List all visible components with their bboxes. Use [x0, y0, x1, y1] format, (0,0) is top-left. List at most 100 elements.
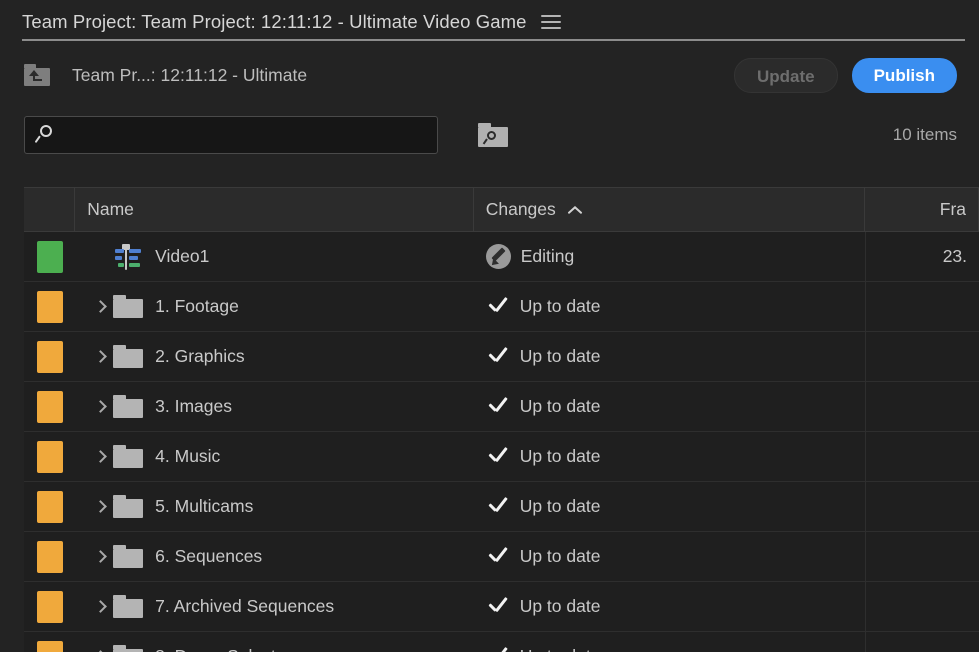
label-color-cell[interactable]	[24, 582, 75, 632]
label-color-cell[interactable]	[24, 432, 75, 482]
status-text: Up to date	[520, 346, 601, 367]
sequence-icon	[113, 244, 143, 270]
name-cell[interactable]: 7. Archived Sequences	[75, 582, 474, 632]
row-name: Video1	[155, 246, 209, 267]
column-header-changes[interactable]: Changes	[474, 188, 865, 232]
label-color-swatch[interactable]	[37, 541, 63, 573]
chevron-right-icon[interactable]	[87, 402, 113, 411]
chevron-right-icon[interactable]	[87, 552, 113, 561]
search-input[interactable]	[24, 116, 438, 154]
table-row[interactable]: Video1Editing23.	[24, 232, 979, 282]
changes-cell: Editing	[474, 232, 865, 282]
label-color-swatch[interactable]	[37, 391, 63, 423]
chevron-right-icon[interactable]	[87, 502, 113, 511]
changes-cell: Up to date	[474, 532, 865, 582]
label-color-cell[interactable]	[24, 532, 75, 582]
label-color-cell[interactable]	[24, 232, 75, 282]
status-text: Up to date	[520, 646, 601, 652]
checkmark-icon	[486, 295, 510, 319]
folder-icon	[113, 295, 143, 319]
panel-title: Team Project: Team Project: 12:11:12 - U…	[22, 11, 527, 33]
table-row[interactable]: 7. Archived Sequences Up to date	[24, 582, 979, 632]
frame-rate-cell	[865, 632, 979, 652]
active-tab-underline	[22, 39, 965, 41]
column-header-changes-label: Changes	[486, 199, 556, 220]
folder-search-icon[interactable]	[478, 123, 508, 148]
status-text: Up to date	[520, 446, 601, 467]
status-badge: Up to date	[486, 445, 601, 469]
status-text: Editing	[521, 246, 575, 267]
column-header-label[interactable]	[24, 188, 75, 232]
column-header-name[interactable]: Name	[75, 188, 474, 232]
row-name: 5. Multicams	[155, 496, 253, 517]
table-row[interactable]: 1. FootageUp to date	[24, 282, 979, 332]
label-color-swatch[interactable]	[37, 441, 63, 473]
chevron-right-icon[interactable]	[87, 352, 113, 361]
name-cell[interactable]: 2. Graphics	[75, 332, 474, 382]
name-cell[interactable]: 1. Footage	[75, 282, 474, 332]
table-row[interactable]: 2. Graphics Up to date	[24, 332, 979, 382]
label-color-cell[interactable]	[24, 482, 75, 532]
status-badge: Up to date	[486, 645, 601, 652]
name-cell[interactable]: 4. Music	[75, 432, 474, 482]
label-color-cell[interactable]	[24, 382, 75, 432]
chevron-right-icon[interactable]	[87, 302, 113, 311]
label-color-cell[interactable]	[24, 632, 75, 652]
name-cell[interactable]: 8. Drone Selects	[75, 632, 474, 652]
chevron-right-icon[interactable]	[87, 452, 113, 461]
column-header-frame-rate-label: Fra	[940, 199, 966, 220]
search-field-wrapper	[24, 116, 438, 154]
table-row[interactable]: 3. Images Up to date	[24, 382, 979, 432]
hamburger-menu-icon[interactable]	[541, 11, 563, 33]
table-row[interactable]: 6. Sequences Up to date	[24, 532, 979, 582]
checkmark-icon	[486, 345, 510, 369]
label-color-swatch[interactable]	[37, 291, 63, 323]
folder-icon	[113, 495, 143, 519]
name-cell[interactable]: 3. Images	[75, 382, 474, 432]
row-name: 6. Sequences	[155, 546, 262, 567]
changes-cell: Up to date	[474, 482, 865, 532]
label-color-swatch[interactable]	[37, 241, 63, 273]
row-name: 3. Images	[155, 396, 232, 417]
label-color-swatch[interactable]	[37, 491, 63, 523]
publish-button[interactable]: Publish	[852, 58, 957, 93]
item-count: 10 items	[893, 125, 957, 145]
status-text: Up to date	[520, 396, 601, 417]
frame-rate-cell	[865, 432, 979, 482]
label-color-swatch[interactable]	[37, 591, 63, 623]
row-name: 4. Music	[155, 446, 220, 467]
action-bar: Team Pr...: 12:11:12 - Ultimate Update P…	[0, 44, 979, 106]
table-body: Video1Editing23.1. FootageUp to date2. G…	[24, 232, 979, 652]
row-name: 1. Footage	[155, 296, 239, 317]
column-header-frame-rate[interactable]: Fra	[865, 188, 979, 232]
status-text: Up to date	[520, 546, 601, 567]
table-row[interactable]: 4. Music Up to date	[24, 432, 979, 482]
table-row[interactable]: 8. Drone Selects Up to date	[24, 632, 979, 652]
chevron-right-icon[interactable]	[87, 602, 113, 611]
folder-up-icon[interactable]	[24, 64, 50, 86]
label-color-cell[interactable]	[24, 282, 75, 332]
status-badge: Up to date	[486, 595, 601, 619]
label-color-swatch[interactable]	[37, 341, 63, 373]
folder-icon	[113, 345, 143, 369]
table-header-row: Name Changes Fra	[24, 188, 979, 232]
table-row[interactable]: 5. Multicams Up to date	[24, 482, 979, 532]
label-color-swatch[interactable]	[37, 641, 63, 652]
status-badge: Up to date	[486, 545, 601, 569]
checkmark-icon	[486, 395, 510, 419]
hamburger-line	[541, 27, 561, 29]
changes-cell: Up to date	[474, 582, 865, 632]
frame-rate-cell	[865, 382, 979, 432]
checkmark-icon	[486, 645, 510, 652]
frame-rate-cell	[865, 332, 979, 382]
name-cell[interactable]: 5. Multicams	[75, 482, 474, 532]
hamburger-line	[541, 21, 561, 23]
name-cell[interactable]: Video1	[75, 232, 474, 282]
update-button[interactable]: Update	[734, 58, 838, 93]
folder-icon	[113, 395, 143, 419]
checkmark-icon	[486, 495, 510, 519]
name-cell[interactable]: 6. Sequences	[75, 532, 474, 582]
project-table: Name Changes Fra Video1Editing23.1. Foot…	[24, 187, 979, 652]
breadcrumb[interactable]: Team Pr...: 12:11:12 - Ultimate	[72, 65, 307, 86]
label-color-cell[interactable]	[24, 332, 75, 382]
